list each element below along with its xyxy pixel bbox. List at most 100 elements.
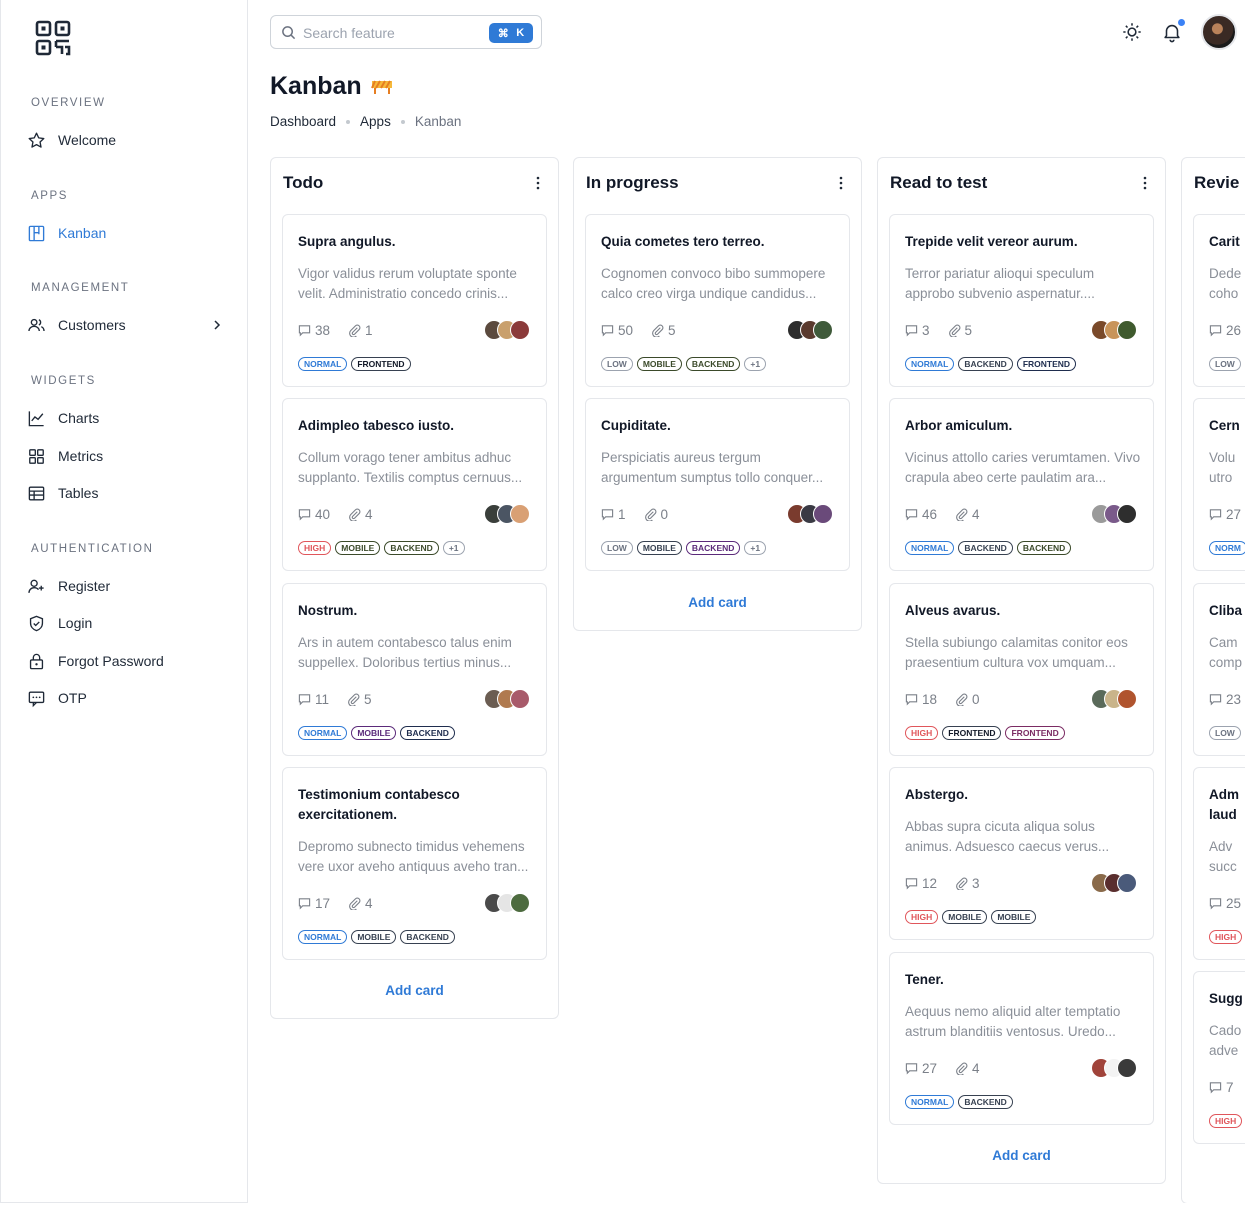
kanban-card[interactable]: Nostrum. Ars in autem contabesco talus e… bbox=[282, 583, 547, 756]
card-title: Quia cometes tero terreo. bbox=[601, 234, 765, 249]
breadcrumb-apps[interactable]: Apps bbox=[360, 114, 391, 129]
kanban-card[interactable]: Arbor amiculum. Vicinus attollo caries v… bbox=[889, 398, 1154, 571]
add-card-button[interactable]: Add card bbox=[574, 595, 861, 610]
kanban-column-in-progress: In progress Quia cometes tero terreo. Co… bbox=[573, 157, 862, 631]
tag: MOBILE bbox=[335, 541, 381, 555]
tag: BACKEND bbox=[958, 357, 1013, 371]
sidebar-item-customers[interactable]: Customers bbox=[27, 312, 227, 338]
tag-priority: LOW bbox=[601, 357, 633, 371]
tag: FRONTEND bbox=[942, 726, 1002, 740]
paperclip-icon bbox=[652, 324, 664, 337]
notifications-button[interactable] bbox=[1161, 19, 1185, 43]
card-tags: NORMAL MOBILE BACKEND bbox=[298, 726, 455, 740]
kanban-card[interactable]: Quia cometes tero terreo. Cognomen convo… bbox=[585, 214, 850, 387]
app: OVERVIEW Welcome APPS Kanban MANAGEMENT … bbox=[0, 0, 1245, 1232]
card-meta: 26 bbox=[1209, 323, 1241, 338]
logo-icon[interactable] bbox=[35, 20, 71, 56]
comment-icon bbox=[298, 898, 311, 910]
sidebar-item-forgot-password[interactable]: Forgot Password bbox=[27, 648, 227, 674]
search-input[interactable]: Search feature ⌘ K bbox=[270, 15, 542, 49]
kanban-column-read-to-test: Read to test Trepide velit vereor aurum.… bbox=[877, 157, 1166, 1184]
search-placeholder: Search feature bbox=[303, 25, 395, 41]
kanban-card[interactable]: Sugg Cado adve 7 HIGH bbox=[1193, 971, 1245, 1144]
page-title-text: Kanban bbox=[270, 72, 362, 100]
comment-icon bbox=[1209, 898, 1222, 910]
more-vertical-icon[interactable] bbox=[530, 175, 546, 191]
comment-icon bbox=[601, 325, 614, 337]
add-card-button[interactable]: Add card bbox=[878, 1148, 1165, 1163]
attachment-count: 0 bbox=[972, 692, 980, 707]
card-meta: 27 4 bbox=[905, 1061, 980, 1076]
add-card-button[interactable]: Add card bbox=[271, 983, 558, 998]
more-vertical-icon[interactable] bbox=[1137, 175, 1153, 191]
card-meta: 46 4 bbox=[905, 507, 980, 522]
user-avatar[interactable] bbox=[1201, 14, 1237, 50]
shortcut-key: K bbox=[516, 27, 525, 39]
tag: BACKEND bbox=[685, 541, 741, 555]
tag: BACKEND bbox=[1016, 541, 1072, 555]
comment-icon bbox=[1209, 694, 1222, 706]
breadcrumb-dashboard[interactable]: Dashboard bbox=[270, 114, 336, 129]
sidebar-item-charts[interactable]: Charts bbox=[27, 405, 227, 431]
comment-count: 38 bbox=[315, 323, 331, 338]
sidebar-item-label: Tables bbox=[58, 485, 99, 501]
chevron-right-icon bbox=[214, 320, 221, 330]
tag-more: +1 bbox=[442, 541, 465, 555]
kanban-card[interactable]: Testimonium contabesco exercitationem. D… bbox=[282, 767, 547, 960]
sidebar-item-register[interactable]: Register bbox=[27, 573, 227, 599]
paperclip-icon bbox=[644, 508, 656, 521]
sidebar-item-metrics[interactable]: Metrics bbox=[27, 443, 227, 469]
card-tags: HIGH FRONTEND FRONTEND bbox=[905, 726, 1065, 740]
comment-count: 7 bbox=[1226, 1080, 1234, 1095]
message-dots-icon bbox=[28, 690, 45, 707]
sidebar-item-tables[interactable]: Tables bbox=[27, 480, 227, 506]
kanban-card[interactable]: Cern Volu utro 27 NORM bbox=[1193, 398, 1245, 571]
kanban-card[interactable]: Alveus avarus. Stella subiungo calamitas… bbox=[889, 583, 1154, 756]
comment-icon bbox=[905, 325, 918, 337]
more-vertical-icon[interactable] bbox=[833, 175, 849, 191]
shield-check-icon bbox=[29, 615, 44, 631]
sidebar-item-login[interactable]: Login bbox=[27, 610, 227, 636]
comment-icon bbox=[298, 325, 311, 337]
card-description: Collum vorago tener ambitus adhuc suppla… bbox=[298, 450, 523, 485]
kanban-card[interactable]: Cliba Cam comp 23 LOW bbox=[1193, 583, 1245, 756]
sidebar-item-welcome[interactable]: Welcome bbox=[27, 127, 227, 153]
card-title: Nostrum. bbox=[298, 603, 358, 618]
sidebar-item-otp[interactable]: OTP bbox=[27, 685, 227, 711]
sidebar-item-kanban[interactable]: Kanban bbox=[27, 220, 227, 246]
assignee-avatars bbox=[787, 320, 833, 340]
tag: MOBILE bbox=[991, 910, 1037, 924]
kanban-card[interactable]: Trepide velit vereor aurum. Terror paria… bbox=[889, 214, 1154, 387]
assignee-avatars bbox=[484, 504, 530, 524]
kanban-card[interactable]: Tener. Aequus nemo aliquid alter temptat… bbox=[889, 952, 1154, 1125]
assignee-avatars bbox=[1091, 320, 1137, 340]
card-tags: NORMAL MOBILE BACKEND bbox=[298, 930, 455, 944]
tag-priority: HIGH bbox=[905, 726, 939, 740]
card-title: Supra angulus. bbox=[298, 234, 396, 249]
tag-priority: NORMAL bbox=[298, 930, 348, 944]
card-meta: 17 4 bbox=[298, 896, 373, 911]
card-tags: NORM bbox=[1209, 541, 1245, 555]
assignee-avatars bbox=[484, 320, 530, 340]
tag: BACKEND bbox=[400, 930, 455, 944]
comment-count: 23 bbox=[1226, 692, 1242, 707]
kanban-column-todo: Todo Supra angulus. Vigor validus rerum … bbox=[270, 157, 559, 1019]
attachment-count: 4 bbox=[365, 896, 373, 911]
sidebar-item-label: Forgot Password bbox=[58, 653, 164, 669]
column-header: Read to test bbox=[878, 158, 1165, 208]
comment-icon bbox=[298, 509, 311, 521]
sun-icon[interactable] bbox=[1121, 21, 1143, 43]
comment-count: 46 bbox=[922, 507, 938, 522]
card-description: Terror pariatur alioqui speculum approbo… bbox=[905, 266, 1095, 301]
kanban-card[interactable]: Cupiditate. Perspiciatis aureus tergum a… bbox=[585, 398, 850, 571]
kanban-card[interactable]: Abstergo. Abbas supra cicuta aliqua solu… bbox=[889, 767, 1154, 940]
kanban-card[interactable]: Adimpleo tabesco iusto. Collum vorago te… bbox=[282, 398, 547, 571]
tag: FRONTEND bbox=[1016, 357, 1077, 371]
kanban-card[interactable]: Carit Dede coho 26 LOW bbox=[1193, 214, 1245, 387]
kanban-card[interactable]: Adm laud Adv succ 25 HIGH bbox=[1193, 767, 1245, 960]
kanban-column-review: Revie Carit Dede coho 26 LOW Cern Volu u… bbox=[1181, 157, 1245, 1203]
attachment-count: 4 bbox=[972, 1061, 980, 1076]
card-description: Cognomen convoco bibo summopere calco cr… bbox=[601, 266, 826, 301]
paperclip-icon bbox=[349, 324, 361, 337]
kanban-card[interactable]: Supra angulus. Vigor validus rerum volup… bbox=[282, 214, 547, 387]
